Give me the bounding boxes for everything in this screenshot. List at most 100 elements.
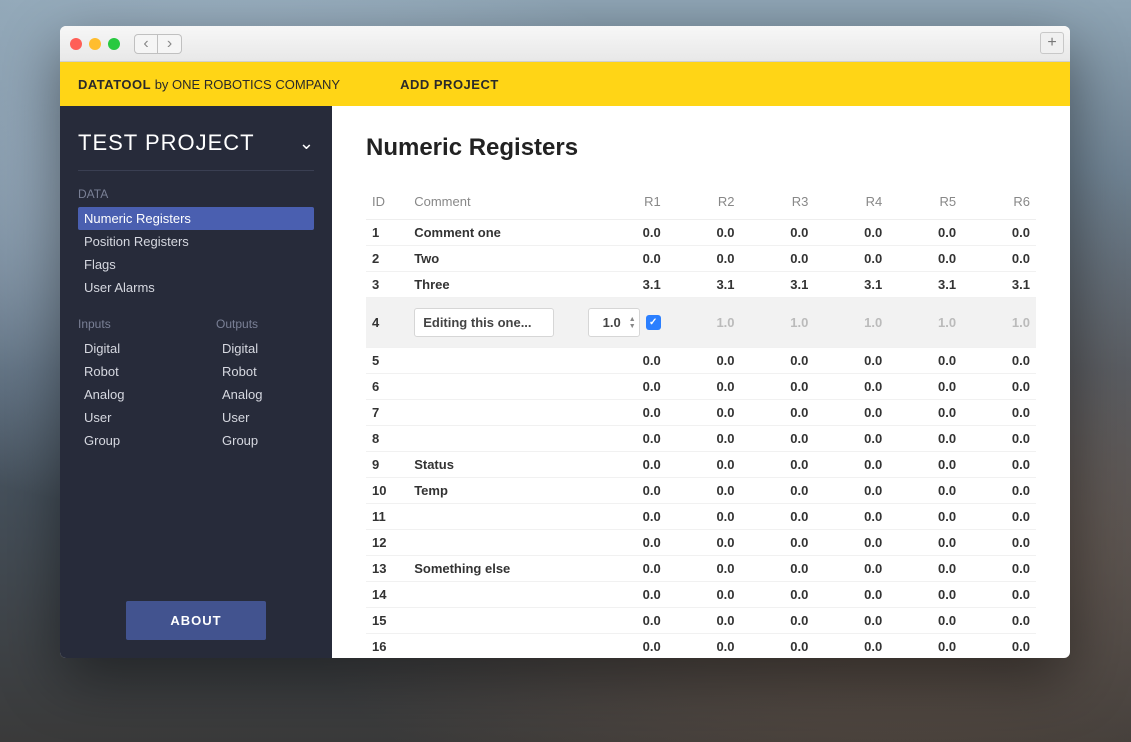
col-r3: R3 <box>741 188 815 220</box>
cell-comment: Temp <box>408 478 577 504</box>
chevron-right-icon: › <box>167 35 172 53</box>
cell-value: 0.0 <box>741 530 815 556</box>
cell-value: 0.0 <box>962 452 1036 478</box>
new-tab-button[interactable]: + <box>1040 32 1064 54</box>
section-label-data: DATA <box>78 187 314 201</box>
apply-all-checkbox[interactable]: ✓ <box>646 315 661 330</box>
minimize-icon[interactable] <box>89 38 101 50</box>
cell-comment <box>408 504 577 530</box>
cell-value: 0.0 <box>814 556 888 582</box>
forward-button[interactable]: › <box>158 34 182 54</box>
cell-value: 1.0 <box>667 298 741 348</box>
comment-input[interactable] <box>414 308 554 337</box>
cell-value: 0.0 <box>577 220 667 246</box>
table-row[interactable]: 150.00.00.00.00.00.0 <box>366 608 1036 634</box>
cell-id: 12 <box>366 530 408 556</box>
cell-comment: Three <box>408 272 577 298</box>
add-project-button[interactable]: ADD PROJECT <box>400 77 499 92</box>
cell-value: 3.1 <box>962 272 1036 298</box>
table-scroll[interactable]: ID Comment R1 R2 R3 R4 R5 R6 1Comment on… <box>366 188 1036 658</box>
cell-value: 0.0 <box>577 452 667 478</box>
project-name: TEST PROJECT <box>78 130 255 156</box>
table-row[interactable]: 60.00.00.00.00.00.0 <box>366 374 1036 400</box>
plus-icon: + <box>1047 34 1056 52</box>
cell-value: 0.0 <box>814 220 888 246</box>
cell-comment <box>408 426 577 452</box>
cell-value: 0.0 <box>667 556 741 582</box>
table-row[interactable]: 70.00.00.00.00.00.0 <box>366 400 1036 426</box>
cell-comment: Status <box>408 452 577 478</box>
cell-value: 3.1 <box>741 272 815 298</box>
cell-id: 6 <box>366 374 408 400</box>
cell-value: 0.0 <box>577 634 667 659</box>
inputs-robot[interactable]: Robot <box>78 360 176 383</box>
nav-numeric-registers[interactable]: Numeric Registers <box>78 207 314 230</box>
col-r6: R6 <box>962 188 1036 220</box>
table-row[interactable]: 1Comment one0.00.00.00.00.00.0 <box>366 220 1036 246</box>
cell-comment: Two <box>408 246 577 272</box>
cell-value: 0.0 <box>962 556 1036 582</box>
table-row[interactable]: 10Temp0.00.00.00.00.00.0 <box>366 478 1036 504</box>
outputs-digital[interactable]: Digital <box>216 337 314 360</box>
cell-value: 0.0 <box>667 452 741 478</box>
cell-value: 1.0 <box>888 298 962 348</box>
table-row[interactable]: 3Three3.13.13.13.13.13.1 <box>366 272 1036 298</box>
inputs-user[interactable]: User <box>78 406 176 429</box>
cell-value: 0.0 <box>962 530 1036 556</box>
table-row-editing[interactable]: 4▲▼✓1.01.01.01.01.0 <box>366 298 1036 348</box>
table-row[interactable]: 9Status0.00.00.00.00.00.0 <box>366 452 1036 478</box>
cell-id: 4 <box>366 298 408 348</box>
table-row[interactable]: 140.00.00.00.00.00.0 <box>366 582 1036 608</box>
table-row[interactable]: 120.00.00.00.00.00.0 <box>366 530 1036 556</box>
table-row[interactable]: 2Two0.00.00.00.00.00.0 <box>366 246 1036 272</box>
cell-id: 9 <box>366 452 408 478</box>
stepper-arrows-icon[interactable]: ▲▼ <box>629 316 636 330</box>
back-button[interactable]: ‹ <box>134 34 158 54</box>
window-controls <box>70 38 120 50</box>
table-row[interactable]: 110.00.00.00.00.00.0 <box>366 504 1036 530</box>
outputs-group[interactable]: Group <box>216 429 314 452</box>
cell-value: 0.0 <box>888 582 962 608</box>
cell-value: 0.0 <box>962 478 1036 504</box>
cell-id: 11 <box>366 504 408 530</box>
table-row[interactable]: 13Something else0.00.00.00.00.00.0 <box>366 556 1036 582</box>
outputs-label: Outputs <box>216 317 314 331</box>
inputs-column: Inputs Digital Robot Analog User Group <box>78 317 176 470</box>
cell-value: 0.0 <box>577 504 667 530</box>
cell-value: 0.0 <box>814 504 888 530</box>
cell-comment: Something else <box>408 556 577 582</box>
table-row[interactable]: 80.00.00.00.00.00.0 <box>366 426 1036 452</box>
nav-position-registers[interactable]: Position Registers <box>78 230 314 253</box>
brand-byline: by ONE ROBOTICS COMPANY <box>151 77 340 92</box>
cell-value: 0.0 <box>577 608 667 634</box>
col-comment: Comment <box>408 188 577 220</box>
cell-value: 0.0 <box>962 400 1036 426</box>
project-selector[interactable]: TEST PROJECT ⌄ <box>78 130 314 156</box>
cell-value: 0.0 <box>814 478 888 504</box>
table-row[interactable]: 50.00.00.00.00.00.0 <box>366 348 1036 374</box>
main-panel: Numeric Registers ID Comment R1 R2 R3 R4… <box>332 106 1070 658</box>
cell-comment <box>408 582 577 608</box>
nav-user-alarms[interactable]: User Alarms <box>78 276 314 299</box>
cell-value: 0.0 <box>888 634 962 659</box>
outputs-nav: Digital Robot Analog User Group <box>216 337 314 452</box>
cell-comment <box>408 608 577 634</box>
zoom-icon[interactable] <box>108 38 120 50</box>
inputs-digital[interactable]: Digital <box>78 337 176 360</box>
nav-buttons: ‹ › <box>134 34 182 54</box>
cell-value: 0.0 <box>741 608 815 634</box>
table-row[interactable]: 160.00.00.00.00.00.0 <box>366 634 1036 659</box>
cell-value: 3.1 <box>888 272 962 298</box>
cell-value: 0.0 <box>962 374 1036 400</box>
cell-value: 0.0 <box>577 400 667 426</box>
cell-value: 0.0 <box>741 504 815 530</box>
outputs-user[interactable]: User <box>216 406 314 429</box>
cell-value: 3.1 <box>814 272 888 298</box>
about-button[interactable]: ABOUT <box>126 601 266 640</box>
outputs-analog[interactable]: Analog <box>216 383 314 406</box>
nav-flags[interactable]: Flags <box>78 253 314 276</box>
outputs-robot[interactable]: Robot <box>216 360 314 383</box>
inputs-group[interactable]: Group <box>78 429 176 452</box>
inputs-analog[interactable]: Analog <box>78 383 176 406</box>
close-icon[interactable] <box>70 38 82 50</box>
